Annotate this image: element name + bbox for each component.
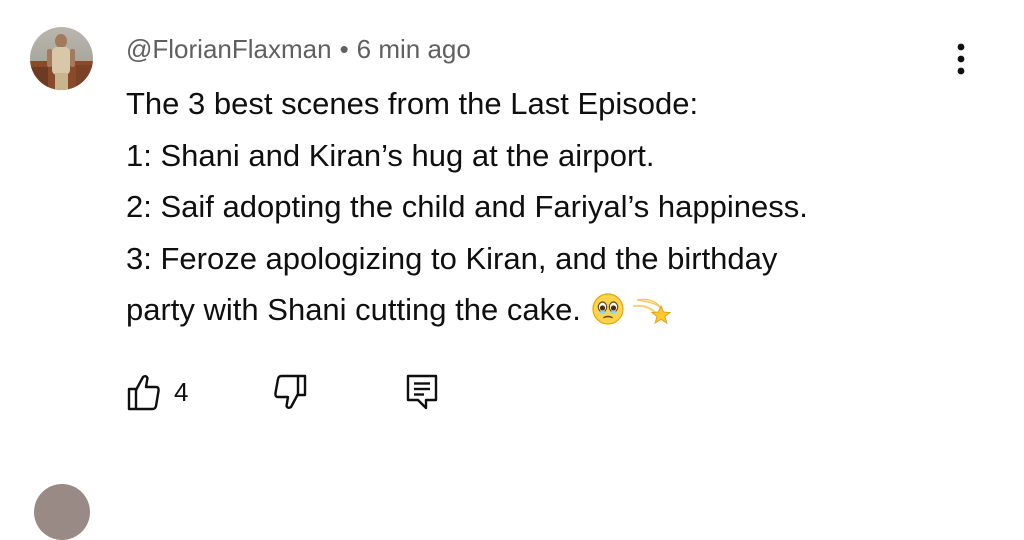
reply-button[interactable]	[404, 372, 440, 412]
comment-line: The 3 best scenes from the Last Episode:	[126, 86, 699, 121]
dislike-button[interactable]	[272, 372, 308, 412]
meta-separator: •	[339, 33, 349, 64]
like-button[interactable]: 4	[126, 372, 188, 412]
more-vertical-icon	[957, 43, 965, 75]
avatar[interactable]	[30, 27, 93, 90]
comment-line: 1: Shani and Kiran’s hug at the airport.	[126, 137, 655, 173]
comment-text: The 3 best scenes from the Last Episode:…	[126, 78, 926, 342]
avatar-image	[30, 27, 93, 90]
comment-line-last: party with Shani cutting the cake.	[126, 284, 926, 342]
comment-meta: @FlorianFlaxman • 6 min ago	[126, 32, 471, 66]
thumbs-down-icon	[274, 374, 307, 409]
more-menu-button[interactable]	[946, 40, 976, 80]
like-count: 4	[174, 376, 189, 407]
comment-line-text: party with Shani cutting the cake.	[126, 292, 581, 327]
comment-line: 3: Feroze apologizing to Kiran, and the …	[126, 240, 778, 276]
dizzy-star-emoji	[631, 290, 672, 342]
next-comment-avatar[interactable]	[34, 484, 90, 540]
reply-comment-icon	[406, 374, 438, 410]
comment-timestamp[interactable]: 6 min ago	[357, 34, 471, 65]
thumbs-up-icon	[127, 375, 160, 411]
author-handle[interactable]: @FlorianFlaxman	[126, 34, 332, 65]
teary-face-emoji	[591, 290, 629, 342]
comment-line: 2: Saif adopting the child and Fariyal’s…	[126, 189, 808, 224]
